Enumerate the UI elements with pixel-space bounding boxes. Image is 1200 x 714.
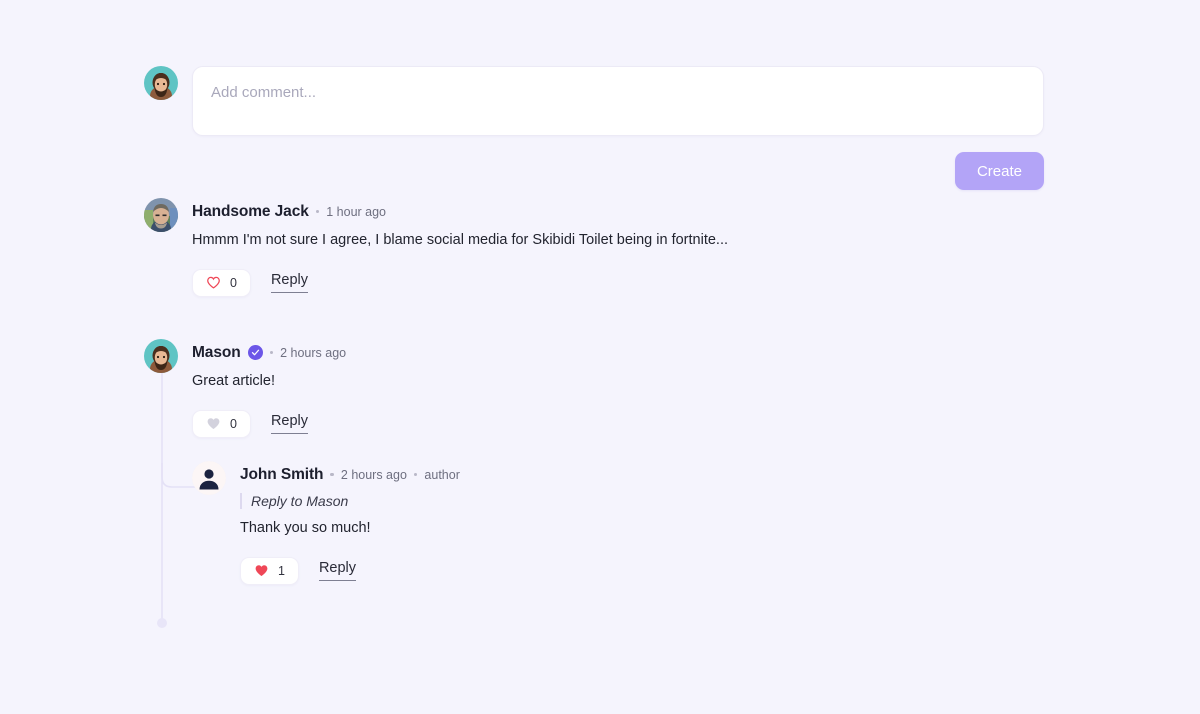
comment-body: John Smith 2 hours ago author Reply to M… — [240, 461, 460, 585]
comment-text: Hmmm I'm not sure I agree, I blame socia… — [192, 232, 729, 248]
comment-author: Mason — [192, 343, 241, 361]
comment-item: Handsome Jack 1 hour ago Hmmm I'm not su… — [144, 198, 728, 297]
comment-avatar — [144, 339, 178, 373]
comment-timestamp: 2 hours ago — [280, 345, 347, 360]
comment-item: Mason 2 hours ago Great article! 0 Reply — [144, 339, 346, 438]
comment-author: John Smith — [240, 465, 324, 483]
author-tag: author — [424, 467, 460, 482]
like-count: 0 — [230, 416, 237, 431]
comment-text: Thank you so much! — [240, 520, 371, 536]
reply-button[interactable]: Reply — [270, 272, 309, 293]
composer-field-wrap: Create — [192, 66, 1044, 190]
separator-dot — [269, 350, 274, 355]
comment-author: Handsome Jack — [192, 202, 309, 220]
composer-avatar — [144, 66, 178, 100]
comment-body: Mason 2 hours ago Great article! 0 Reply — [192, 339, 346, 438]
separator-dot — [315, 209, 320, 214]
comment-input[interactable] — [192, 66, 1044, 136]
comment-actions: 1 Reply — [240, 556, 460, 585]
comment-header: Handsome Jack 1 hour ago — [192, 202, 728, 221]
comment-header: John Smith 2 hours ago author — [240, 465, 460, 484]
comment-text: Great article! — [192, 373, 275, 389]
separator-dot — [413, 472, 418, 477]
reply-quote: Reply to Mason — [240, 493, 460, 509]
comment-avatar — [144, 198, 178, 232]
comment-composer: Create — [144, 66, 1044, 190]
comment-timestamp: 1 hour ago — [326, 204, 387, 219]
heart-filled-icon — [206, 416, 221, 431]
comment-timestamp: 2 hours ago — [340, 467, 407, 482]
like-count: 0 — [230, 275, 237, 290]
reply-button[interactable]: Reply — [318, 560, 357, 581]
reply-button[interactable]: Reply — [270, 413, 309, 434]
comment-body: Handsome Jack 1 hour ago Hmmm I'm not su… — [192, 198, 728, 297]
separator-dot — [330, 472, 334, 477]
create-comment-button[interactable]: Create — [954, 152, 1044, 190]
comment-header: Mason 2 hours ago — [192, 343, 346, 362]
verified-badge-icon — [247, 345, 263, 360]
comment-avatar — [192, 461, 226, 495]
like-button[interactable]: 0 — [192, 268, 251, 297]
heart-filled-icon — [254, 563, 269, 578]
comment-reply-item: John Smith 2 hours ago author Reply to M… — [192, 461, 460, 585]
like-button[interactable]: 0 — [192, 409, 251, 438]
like-count: 1 — [278, 563, 285, 578]
comment-actions: 0 Reply — [192, 268, 728, 297]
comments-page: Create Han — [0, 0, 1200, 714]
heart-outline-icon — [206, 275, 221, 290]
like-button[interactable]: 1 — [240, 556, 299, 585]
comment-actions: 0 Reply — [192, 409, 346, 438]
